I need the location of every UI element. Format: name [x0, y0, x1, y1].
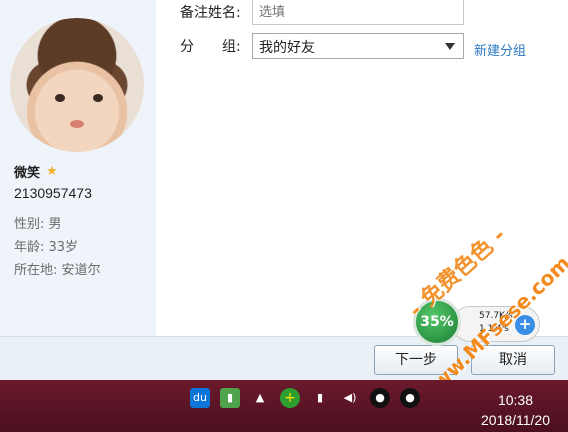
plus-shield-icon[interactable]: + [280, 388, 300, 408]
eye-left [55, 94, 65, 102]
usb-icon[interactable]: ▮ [220, 388, 240, 408]
user-id: 2130957473 [14, 185, 92, 201]
volume-icon[interactable]: ◀) [340, 388, 360, 408]
location-info: 所在地: 安道尔 [14, 263, 101, 278]
age-info: 年龄: 33岁 [14, 240, 79, 255]
new-group-link[interactable]: 新建分组 [474, 40, 526, 59]
group-select[interactable]: 我的好友 [252, 33, 464, 59]
avatar [10, 18, 144, 152]
chevron-up-icon[interactable]: ▲ [250, 388, 270, 408]
mouth [70, 120, 84, 128]
system-tray: du ▮ ▲ + ▮ ◀) ● ● [190, 388, 420, 408]
clock-date: 2018/11/20 [480, 412, 550, 428]
eye-right [93, 94, 103, 102]
nickname: 微笑 [14, 166, 41, 181]
nickname-row: 微笑 ★ [14, 162, 58, 181]
dropdown-arrow-icon[interactable] [445, 43, 455, 50]
clock-time: 10:38 [497, 392, 533, 408]
star-icon: ★ [46, 164, 58, 179]
qq-icon[interactable]: ● [370, 388, 390, 408]
group-label: 分 组: [180, 39, 241, 55]
group-selected-value: 我的好友 [259, 40, 315, 56]
profile-panel: 微笑 ★ 2130957473 性别: 男 年龄: 33岁 所在地: 安道尔 [0, 0, 156, 336]
remark-row: 备注姓名: [180, 0, 464, 25]
clock[interactable]: 10:38 2018/11/20 [481, 390, 550, 430]
du-icon[interactable]: du [190, 388, 210, 408]
gender-info: 性别: 男 [14, 217, 62, 232]
remark-input[interactable] [252, 0, 464, 25]
qq-icon-2[interactable]: ● [400, 388, 420, 408]
group-row: 分 组: 我的好友 [180, 33, 464, 59]
network-icon[interactable]: ▮ [310, 388, 330, 408]
remark-label: 备注姓名: [180, 5, 241, 21]
